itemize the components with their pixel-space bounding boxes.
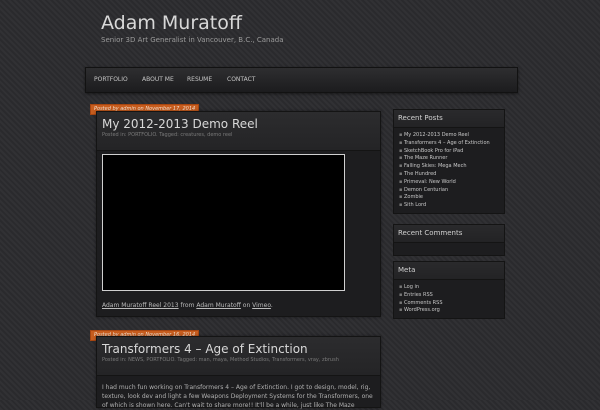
post-transformers-4: Transformers 4 – Age of Extinction Poste…: [96, 336, 381, 409]
post-meta: Posted in: PORTFOLIO. Tagged: creatures,…: [102, 132, 233, 138]
nav-item-about-me[interactable]: ABOUT ME: [142, 76, 174, 83]
recent-posts-list: My 2012-2013 Demo Reel Transformers 4 – …: [394, 128, 504, 213]
widget-meta: Meta Log in Entries RSS Comments RSS Wor…: [393, 261, 505, 320]
caption-from: from: [178, 302, 197, 309]
post-demo-reel: My 2012-2013 Demo Reel Posted in: PORTFO…: [96, 111, 381, 317]
video-title-link[interactable]: Adam Muratoff Reel 2013: [102, 302, 179, 309]
widget-title: Meta: [394, 262, 504, 280]
widget-recent-comments: Recent Comments: [393, 224, 505, 256]
vimeo-link[interactable]: Vimeo: [252, 302, 271, 309]
video-author-link[interactable]: Adam Muratoff: [196, 302, 241, 309]
widget-title: Recent Comments: [394, 225, 504, 243]
site-title[interactable]: Adam Muratoff: [101, 12, 242, 34]
meta-item-wordpress[interactable]: WordPress.org: [399, 307, 504, 315]
post-header: Transformers 4 – Age of Extinction Poste…: [97, 337, 380, 376]
recent-post-item[interactable]: The Hundred: [399, 171, 504, 179]
widget-recent-posts: Recent Posts My 2012-2013 Demo Reel Tran…: [393, 109, 505, 214]
recent-post-item[interactable]: My 2012-2013 Demo Reel: [399, 132, 504, 140]
video-caption: Adam Muratoff Reel 2013 from Adam Murato…: [102, 302, 273, 309]
recent-post-item[interactable]: The Maze Runner: [399, 155, 504, 163]
meta-item-comments-rss[interactable]: Comments RSS: [399, 300, 504, 308]
nav-item-portfolio[interactable]: PORTFOLIO: [94, 76, 128, 83]
video-player[interactable]: [102, 154, 345, 291]
recent-post-item[interactable]: Falling Skies: Mega Mech: [399, 163, 504, 171]
post-meta: Posted in: NEWS, PORTFOLIO. Tagged: man,…: [102, 357, 339, 363]
recent-post-item[interactable]: SketchBook Pro for iPad: [399, 148, 504, 156]
meta-list: Log in Entries RSS Comments RSS WordPres…: [394, 280, 504, 318]
recent-post-item[interactable]: Sith Lord: [399, 202, 504, 210]
nav-item-resume[interactable]: RESUME: [187, 76, 212, 83]
meta-item-entries-rss[interactable]: Entries RSS: [399, 292, 504, 300]
nav-item-contact[interactable]: CONTACT: [227, 76, 255, 83]
site-tagline: Senior 3D Art Generalist in Vancouver, B…: [101, 36, 284, 44]
recent-post-item[interactable]: Primeval: New World: [399, 179, 504, 187]
meta-item-login[interactable]: Log in: [399, 284, 504, 292]
post-excerpt: I had much fun working on Transformers 4…: [102, 384, 373, 409]
caption-end: .: [270, 302, 273, 309]
recent-post-item[interactable]: Demon Centurian: [399, 187, 504, 195]
caption-on: on: [240, 302, 253, 309]
post-title[interactable]: Transformers 4 – Age of Extinction: [102, 342, 308, 356]
recent-post-item[interactable]: Transformers 4 – Age of Extinction: [399, 140, 504, 148]
widget-title: Recent Posts: [394, 110, 504, 128]
post-title[interactable]: My 2012-2013 Demo Reel: [102, 117, 258, 131]
post-header: My 2012-2013 Demo Reel Posted in: PORTFO…: [97, 112, 380, 151]
recent-post-item[interactable]: Zombie: [399, 194, 504, 202]
main-navigation: PORTFOLIO ABOUT ME RESUME CONTACT: [85, 67, 518, 93]
